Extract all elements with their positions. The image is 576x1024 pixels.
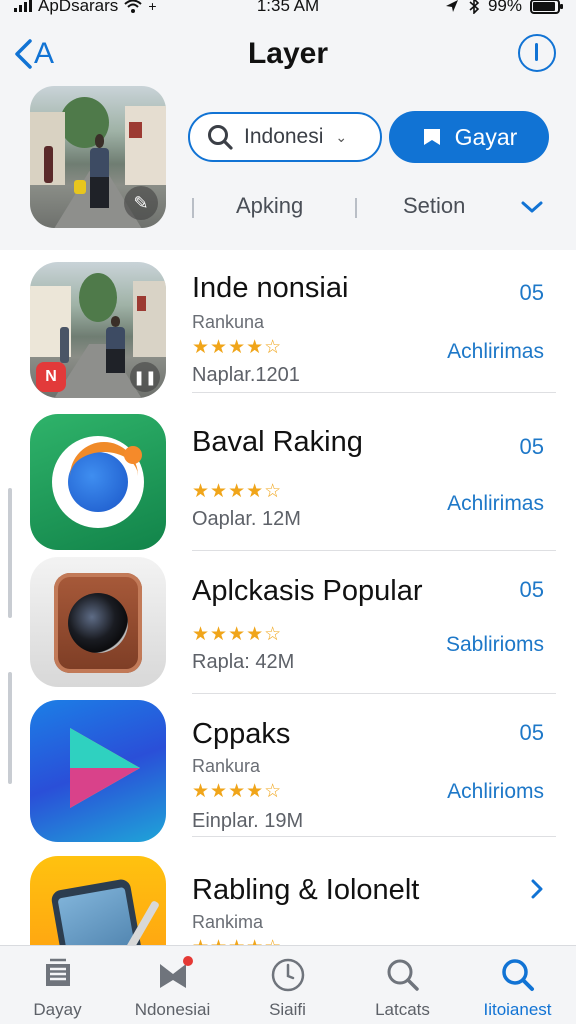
app-subtitle: Rankuna: [192, 312, 265, 332]
featured-image[interactable]: ✎: [30, 86, 166, 228]
tab-label: Latcats: [375, 1000, 430, 1019]
search-value: Indonesi: [244, 125, 324, 148]
list-item[interactable]: Rabling & Iolonelt Rankima ★★★★☆: [0, 852, 576, 945]
notification-dot: [183, 956, 193, 966]
star-rating: ★★★★☆: [192, 481, 283, 502]
app-count: 05: [519, 720, 544, 745]
list-item[interactable]: Aplckasis Popular ★★★★☆ Rapla: 42M 05 Sa…: [0, 551, 576, 694]
app-action-link[interactable]: Sablirioms: [446, 633, 544, 657]
segment-setion[interactable]: Setion: [403, 193, 465, 219]
app-name: Inde nonsiai: [192, 272, 349, 304]
chevron-down-icon[interactable]: [520, 198, 544, 216]
search-dropdown[interactable]: Indonesi ⌄: [188, 112, 382, 162]
app-thumbnail: N ❚❚: [30, 262, 166, 398]
app-subtitle: Rankima: [192, 912, 264, 932]
app-size: Naplar.1201: [192, 364, 300, 386]
star-rating: ★★★★☆: [192, 781, 283, 802]
app-count: 05: [519, 434, 544, 459]
tab-label: Siaifi: [269, 1000, 306, 1019]
app-count: 05: [519, 577, 544, 602]
star-rating: ★★★★☆: [192, 337, 283, 358]
app-action-link[interactable]: Achlirimas: [447, 492, 544, 516]
segment-divider: [355, 198, 357, 218]
browser-app-icon: [30, 414, 166, 550]
tab-siaifi[interactable]: Siaifi: [230, 946, 345, 1024]
phone-app-icon: [30, 856, 166, 945]
app-size: Einplar. 19M: [192, 810, 304, 832]
pause-icon: ❚❚: [130, 362, 160, 392]
tab-ndonesiai[interactable]: Ndonesiai: [115, 946, 230, 1024]
app-name: Cppaks: [192, 718, 291, 750]
app-logo-icon: N: [36, 362, 66, 392]
list-item[interactable]: Cppaks Rankura ★★★★☆ Einplar. 19M 05 Ach…: [0, 694, 576, 842]
tab-label: Iitoianest: [483, 1000, 552, 1019]
star-rating: ★★★★☆: [192, 936, 282, 945]
scrollbar[interactable]: [8, 488, 12, 618]
compass-icon: [271, 958, 304, 992]
status-right: 99%: [444, 0, 563, 16]
location-icon: [445, 0, 458, 12]
tab-bar: Dayay Ndonesiai Siaifi Latcats Iitoianes…: [0, 945, 576, 1024]
app-name: Baval Raking: [192, 426, 363, 458]
app-name: Rabling & Iolonelt: [192, 874, 420, 906]
app-action-link[interactable]: Achlirioms: [447, 780, 544, 804]
segment-apking[interactable]: Apking: [236, 193, 303, 219]
tab-label: Ndonesiai: [134, 1000, 211, 1019]
news-icon: [45, 958, 70, 986]
app-subtitle: Rankura: [192, 756, 261, 776]
divider: [192, 392, 556, 393]
app-size: Oaplar. 12M: [192, 508, 301, 530]
battery-icon: [530, 0, 563, 14]
chevron-right-icon[interactable]: [530, 878, 544, 900]
chevron-down-icon: ⌄: [335, 128, 348, 145]
gayar-button[interactable]: Gayar: [389, 111, 549, 163]
scrollbar[interactable]: [8, 672, 12, 784]
tab-latcats[interactable]: Latcats: [345, 946, 460, 1024]
app-size: Rapla: 42M: [192, 651, 295, 673]
divider: [192, 836, 556, 837]
header: A Layer ✎ Indonesi ⌄ Gayar Apking Setion: [0, 18, 576, 250]
bluetooth-icon: [469, 0, 480, 14]
page-title: Layer: [247, 37, 329, 70]
app-action-link[interactable]: Achlirimas: [447, 340, 544, 364]
gayar-label: Gayar: [454, 123, 518, 150]
app-name: Aplckasis Popular: [192, 575, 423, 607]
star-rating: ★★★★☆: [192, 624, 283, 645]
status-bar: ApDsarars + 1:35 AM 99%: [0, 0, 576, 18]
info-button[interactable]: [518, 34, 556, 72]
bookmark-icon: [423, 129, 440, 145]
app-list: N ❚❚ Inde nonsiai Rankuna ★★★★☆ Naplar.1…: [0, 250, 576, 945]
tab-label: Dayay: [33, 1000, 82, 1019]
list-item[interactable]: Baval Raking ★★★★☆ Oaplar. 12M 05 Achlir…: [0, 408, 576, 551]
edit-icon[interactable]: ✎: [124, 186, 158, 220]
search-icon: [208, 125, 233, 150]
camera-app-icon: [30, 557, 166, 687]
app-count: 05: [519, 280, 544, 305]
tab-dayay[interactable]: Dayay: [0, 946, 115, 1024]
segment-divider: [192, 198, 194, 218]
play-app-icon: [30, 700, 166, 842]
search-icon: [501, 959, 534, 991]
search-icon: [387, 959, 419, 991]
list-item[interactable]: N ❚❚ Inde nonsiai Rankuna ★★★★☆ Naplar.1…: [0, 250, 576, 398]
battery-percent: 99%: [487, 0, 522, 15]
tab-iitoianest[interactable]: Iitoianest: [460, 946, 575, 1024]
